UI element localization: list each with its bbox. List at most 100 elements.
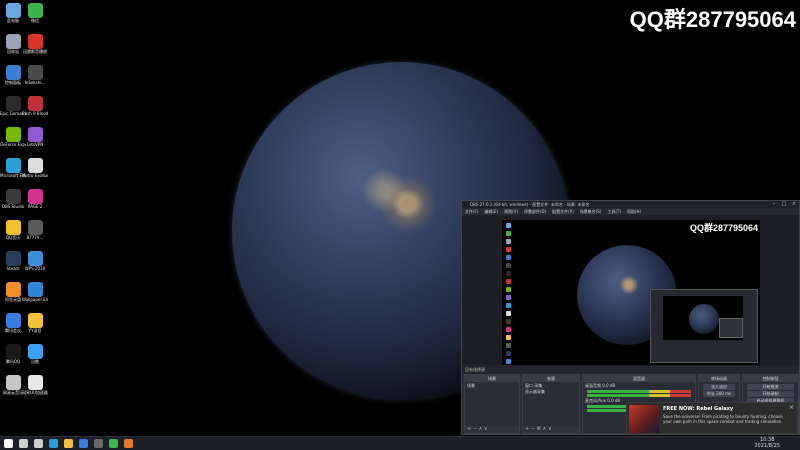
search-icon[interactable] [19, 439, 28, 448]
preview-desktop-icon [506, 335, 511, 340]
scene-list-item[interactable]: 场景 [467, 383, 517, 389]
remove-icon[interactable]: − [473, 426, 477, 432]
desktop-icon-grid: 此电脑 微信 回收站 迅雷影音播放 控制面板 InSekshi... Epic Games … [0, 0, 60, 430]
epic-games-icon [5, 96, 21, 111]
game-icon [27, 96, 43, 111]
start-streaming-button[interactable]: 开始推流 [747, 384, 794, 390]
maximize-icon[interactable]: □ [779, 201, 789, 208]
desktop-icon[interactable]: 迅雷影音播放 [22, 34, 48, 54]
qq-group-watermark: QQ群287795064 [629, 7, 796, 32]
desktop-icon-label: RAGE 2 [27, 204, 43, 209]
obs-preview-canvas[interactable]: QQ群287795064 [502, 220, 760, 365]
preview-desktop-icon [506, 303, 511, 308]
menu-item[interactable]: 配置文件(P) [552, 208, 574, 215]
preview-watermark: QQ群287795064 [689, 223, 758, 233]
scene-list: 场景 [465, 382, 519, 390]
desktop-icon-label: Wallpaper Engine [22, 297, 48, 302]
app-icon [27, 65, 43, 80]
move-up-icon[interactable]: ∧ [479, 426, 483, 432]
menu-item[interactable]: 文件(F) [465, 208, 478, 215]
scenes-dock-title: 场景 [465, 375, 519, 382]
preview-desktop-icon [506, 271, 511, 276]
desktop-icon[interactable]: Metro Exodus [22, 158, 48, 178]
preview-desktop-icon [506, 239, 511, 244]
menu-item[interactable]: 停靠部件(D) [524, 208, 546, 215]
computer-icon [5, 3, 21, 18]
wechat-icon [27, 3, 43, 18]
desktop-icon-label: LetsVPN [26, 142, 44, 147]
desktop-icon[interactable]: 网易UU加速器 [22, 375, 48, 395]
thunder-icon [27, 344, 43, 359]
mixer-dock-title: 混音器 [583, 375, 695, 382]
desktop-icon[interactable]: YY语音 [22, 313, 48, 333]
source-list: 窗口 采集 显示器采集 [523, 382, 579, 396]
mixer-channel-label: 桌面音频 0.0 dB [585, 383, 616, 388]
preview-desktop-icon [506, 231, 511, 236]
desktop-icon[interactable]: LetsVPN [22, 127, 48, 147]
preview-desktop-icon [506, 295, 511, 300]
edge-icon[interactable] [49, 439, 58, 448]
menu-item[interactable]: 工具(T) [607, 208, 621, 215]
desktop-icon[interactable]: 87779... [22, 220, 48, 240]
nested-obs-recursion [719, 318, 743, 338]
close-icon[interactable]: × [789, 404, 794, 411]
close-icon[interactable]: × [789, 201, 799, 208]
source-list-item[interactable]: 显示器采集 [525, 389, 577, 395]
gear-icon[interactable]: ⚙ [537, 426, 541, 432]
task-view-icon[interactable] [34, 439, 43, 448]
move-down-icon[interactable]: ∨ [548, 426, 552, 432]
menu-item[interactable]: 视图(V) [504, 208, 518, 215]
desktop-icon[interactable]: 微信 [22, 3, 48, 23]
system-clock[interactable]: 10:38 2021/8/25 [754, 437, 780, 449]
obs-icon[interactable] [94, 439, 103, 448]
obs-preview-area: QQ群287795064 [462, 215, 799, 365]
taskbar: 10:38 2021/8/25 [0, 436, 800, 450]
add-icon[interactable]: + [467, 426, 471, 432]
desktop-icon[interactable]: Wallpaper Engine [22, 282, 48, 302]
preview-desktop-icon [506, 359, 511, 364]
store-icon[interactable] [79, 439, 88, 448]
minimize-icon[interactable]: – [769, 201, 779, 208]
menu-item[interactable]: 场景集合(S) [580, 208, 602, 215]
desktop-icon-label: Bash 9 Blood Beta [22, 111, 48, 116]
desktop-icon[interactable]: Bash 9 Blood Beta [22, 96, 48, 116]
preview-desktop-icon [506, 223, 511, 228]
control-panel-icon [5, 65, 21, 80]
browser-icon[interactable] [124, 439, 133, 448]
transition-duration[interactable]: 时长 300 ms [703, 391, 735, 397]
steam-icon [5, 251, 21, 266]
file-explorer-icon[interactable] [64, 439, 73, 448]
desktop-icon[interactable]: RAGE 2 [22, 189, 48, 209]
cloud-drive-icon [5, 282, 21, 297]
obs-window[interactable]: OBS 27.0.1 (64-bit, windows) - 配置文件: 未命名… [461, 200, 800, 435]
desktop-icon-label: InSekshi... [24, 80, 46, 85]
desktop-icon-label: 87779... [26, 235, 44, 240]
notification-toast[interactable]: FREE NOW: Rebel Galaxy Save the universe… [626, 402, 798, 434]
nested-obs-window [650, 289, 758, 363]
windows-start-icon[interactable] [4, 439, 13, 448]
scenes-dock: 场景 场景 + − ∧ ∨ [464, 374, 520, 434]
remove-icon[interactable]: − [531, 426, 535, 432]
clock-date: 2021/8/25 [754, 443, 780, 449]
wechat-icon[interactable] [109, 439, 118, 448]
desktop-icon[interactable]: WPS 2019 [22, 251, 48, 271]
move-up-icon[interactable]: ∧ [543, 426, 547, 432]
move-down-icon[interactable]: ∨ [484, 426, 488, 432]
preview-desktop-icon [506, 255, 511, 260]
preview-desktop-icon [506, 247, 511, 252]
preview-desktop-icon [506, 319, 511, 324]
transition-select[interactable]: 淡入淡出 [703, 384, 735, 390]
desktop-icon[interactable]: 迅雷 [22, 344, 48, 364]
obs-titlebar[interactable]: OBS 27.0.1 (64-bit, windows) - 配置文件: 未命名… [462, 201, 799, 208]
add-icon[interactable]: + [525, 426, 529, 432]
menu-item[interactable]: 编辑(E) [484, 208, 498, 215]
uu-icon [27, 375, 43, 390]
toast-body: Save the universe! From pirating to boun… [663, 414, 783, 424]
desktop-icon-label: WPS 2019 [24, 266, 46, 271]
menu-item[interactable]: 帮助(H) [627, 208, 641, 215]
volume-meter [587, 390, 691, 393]
desktop-icon-label: 微信 [31, 18, 39, 23]
sources-dock-footer: + − ⚙ ∧ ∨ [523, 426, 579, 433]
start-recording-button[interactable]: 开始录制 [747, 391, 794, 397]
desktop-icon[interactable]: InSekshi... [22, 65, 48, 85]
